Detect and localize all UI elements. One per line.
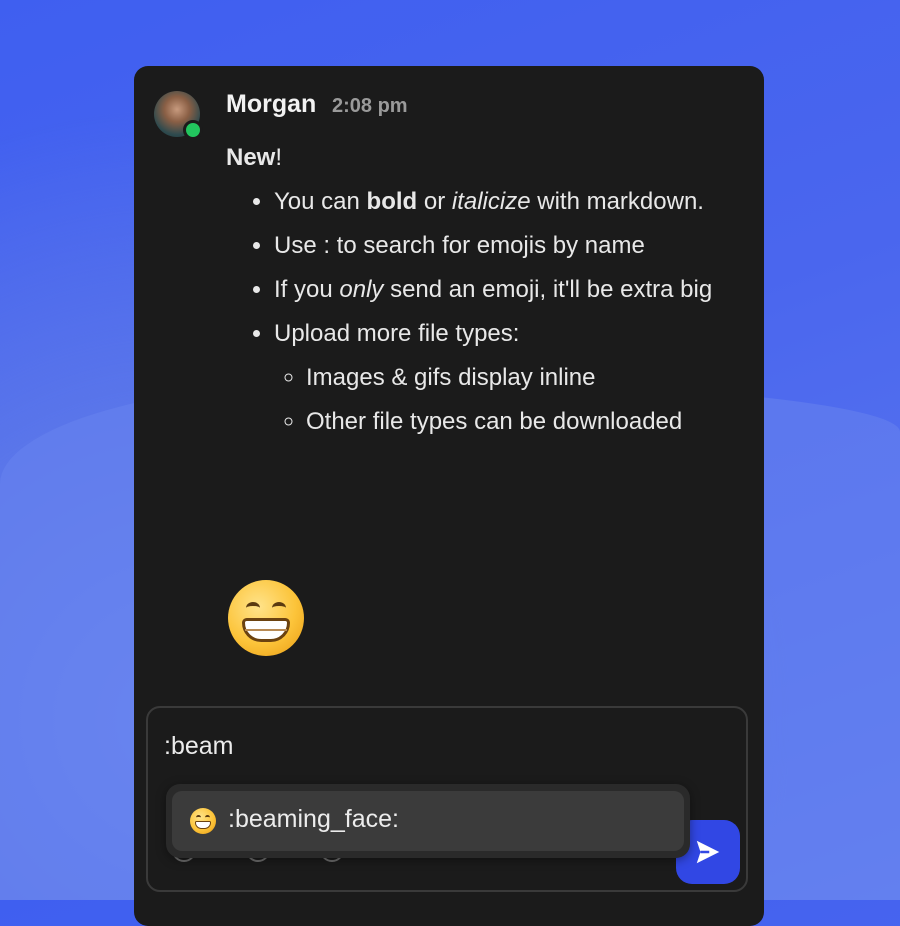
beaming-face-emoji	[228, 580, 304, 656]
message-body: New! You can bold or italicize with mark…	[226, 142, 746, 450]
emoji-suggestion-label: :beaming_face:	[228, 805, 399, 833]
online-status-indicator	[183, 120, 203, 140]
bullet-list: You can bold or italicize with markdown.…	[226, 186, 746, 438]
list-item: You can bold or italicize with markdown.	[274, 186, 746, 218]
list-item: Other file types can be downloaded	[306, 406, 746, 438]
sub-bullet-list: Images & gifs display inline Other file …	[274, 362, 746, 438]
author-name[interactable]: Morgan	[226, 90, 316, 119]
list-item: Use : to search for emojis by name	[274, 230, 746, 262]
message-input[interactable]	[164, 732, 664, 761]
list-item: Upload more file types: Images & gifs di…	[274, 318, 746, 438]
avatar[interactable]	[154, 91, 203, 140]
message-timestamp: 2:08 pm	[332, 95, 408, 117]
list-item: If you only send an emoji, it'll be extr…	[274, 274, 746, 306]
message-heading: New!	[226, 144, 283, 171]
list-item: Images & gifs display inline	[306, 362, 746, 394]
beaming-face-emoji-icon	[190, 808, 216, 834]
send-icon	[696, 840, 720, 864]
emoji-autocomplete-popup: :beaming_face:	[166, 784, 690, 858]
emoji-suggestion-item[interactable]: :beaming_face:	[172, 791, 684, 851]
